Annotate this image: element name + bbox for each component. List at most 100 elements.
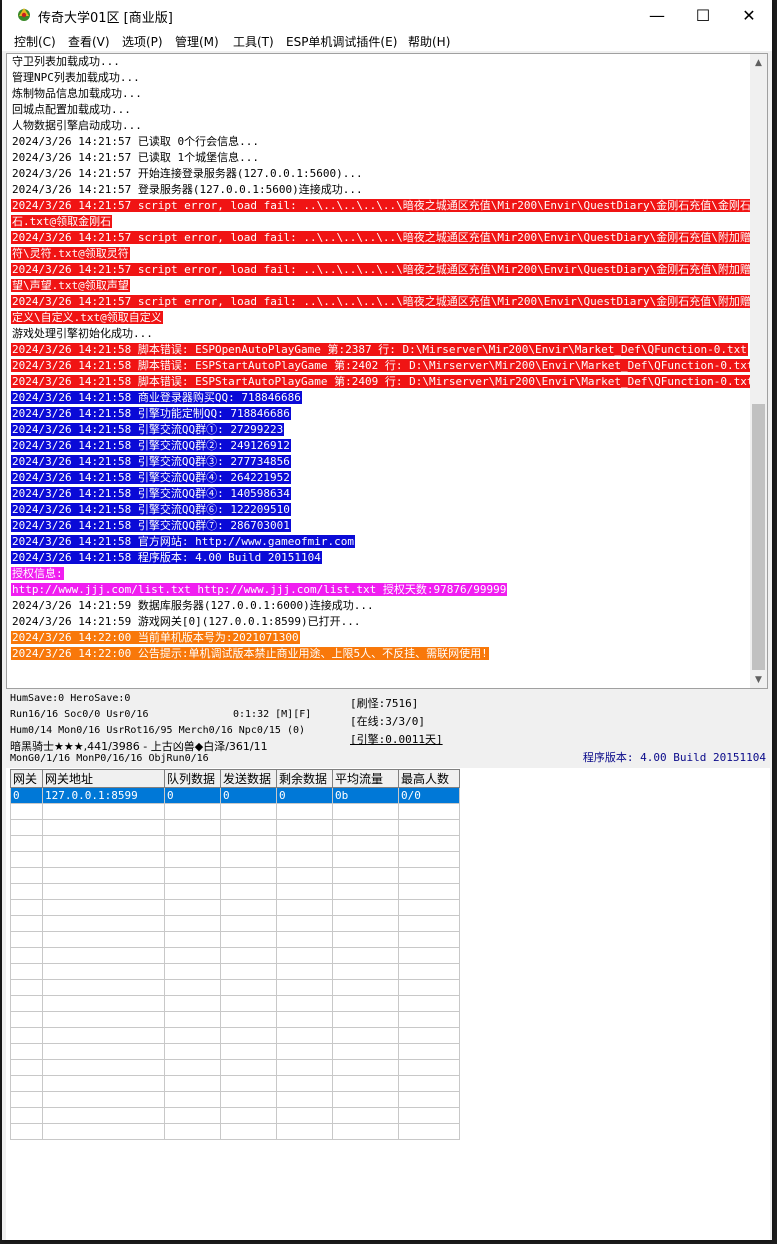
table-cell <box>164 931 221 948</box>
column-header[interactable]: 剩余数据 <box>276 769 333 788</box>
table-row[interactable] <box>10 1043 460 1060</box>
table-cell <box>10 1107 43 1124</box>
column-header[interactable]: 网关地址 <box>42 769 165 788</box>
table-cell <box>164 851 221 868</box>
table-cell <box>276 851 333 868</box>
table-row[interactable] <box>10 995 460 1012</box>
close-button[interactable]: ✕ <box>726 0 772 30</box>
table-cell <box>398 1043 460 1060</box>
column-header[interactable]: 发送数据 <box>220 769 277 788</box>
table-row[interactable] <box>10 979 460 996</box>
table-cell <box>398 867 460 884</box>
table-row[interactable] <box>10 819 460 836</box>
log-line-text: 2024/3/26 14:21:59 游戏网关[0](127.0.0.1:859… <box>12 615 361 628</box>
table-cell <box>42 1091 165 1108</box>
menu-options[interactable]: 选项(P) <box>122 33 163 50</box>
table-row[interactable] <box>10 883 460 900</box>
table-cell <box>42 819 165 836</box>
table-cell <box>10 803 43 820</box>
table-row[interactable] <box>10 1091 460 1108</box>
table-cell <box>10 819 43 836</box>
table-row[interactable] <box>10 851 460 868</box>
table-cell <box>164 867 221 884</box>
log-line-text: 2024/3/26 14:21:58 引擎交流QQ群⑥: 122209510 <box>11 503 291 516</box>
table-row[interactable] <box>10 1059 460 1076</box>
table-row[interactable] <box>10 915 460 932</box>
log-line-text: 2024/3/26 14:21:57 script error, load fa… <box>11 263 767 276</box>
table-cell <box>332 1011 399 1028</box>
table-body: 0 127.0.0.1:8599 0 0 0 0b 0/0 <box>10 787 460 1140</box>
table-cell <box>42 1123 165 1140</box>
log-line: 2024/3/26 14:21:57 script error, load fa… <box>11 198 767 214</box>
menu-tools[interactable]: 工具(T) <box>233 33 274 50</box>
table-row[interactable] <box>10 835 460 852</box>
log-line: 2024/3/26 14:21:57 script error, load fa… <box>11 230 767 246</box>
table-row[interactable] <box>10 1027 460 1044</box>
status-engine: [引擎:0.0011天] <box>350 733 443 746</box>
menu-control[interactable]: 控制(C) <box>14 33 56 50</box>
column-header[interactable]: 平均流量 <box>332 769 399 788</box>
table-cell <box>332 883 399 900</box>
log-line-text: 2024/3/26 14:21:59 数据库服务器(127.0.0.1:6000… <box>12 599 374 612</box>
table-cell <box>42 979 165 996</box>
log-line-text: 2024/3/26 14:21:58 程序版本: 4.00 Build 2015… <box>11 551 322 564</box>
table-cell <box>332 899 399 916</box>
gateway-table: 网关 网关地址 队列数据 发送数据 剩余数据 平均流量 最高人数 0 127.0.0.1:85… <box>10 769 460 1140</box>
scroll-down-icon[interactable]: ▼ <box>750 671 767 688</box>
log-line: 2024/3/26 14:21:57 script error, load fa… <box>11 262 767 278</box>
table-cell <box>332 995 399 1012</box>
maximize-button[interactable]: ☐ <box>680 0 726 30</box>
log-line-text: 2024/3/26 14:21:58 引擎交流QQ群①: 27299223 <box>11 423 285 436</box>
table-cell <box>42 995 165 1012</box>
table-row[interactable] <box>10 1011 460 1028</box>
table-row[interactable] <box>10 1123 460 1140</box>
table-cell <box>220 1075 277 1092</box>
minimize-button[interactable]: — <box>634 0 680 30</box>
table-cell <box>276 1011 333 1028</box>
log-scrollbar[interactable]: ▲ ▼ <box>750 54 767 688</box>
table-cell <box>10 963 43 980</box>
table-row[interactable] <box>10 899 460 916</box>
table-cell <box>220 915 277 932</box>
table-cell: 0 <box>220 787 277 804</box>
table-cell <box>42 1107 165 1124</box>
table-row[interactable]: 0 127.0.0.1:8599 0 0 0 0b 0/0 <box>10 787 460 804</box>
table-row[interactable] <box>10 947 460 964</box>
table-cell <box>10 899 43 916</box>
title-bar[interactable]: 传奇大学01区 [商业版] — ☐ ✕ <box>2 0 772 30</box>
scroll-up-icon[interactable]: ▲ <box>750 54 767 71</box>
table-cell <box>276 947 333 964</box>
column-header[interactable]: 网关 <box>10 769 43 788</box>
column-header[interactable]: 队列数据 <box>164 769 221 788</box>
table-cell <box>332 1075 399 1092</box>
log-line-text: 石.txt@领取金刚石 <box>11 215 113 228</box>
table-row[interactable] <box>10 931 460 948</box>
log-line: 2024/3/26 14:21:58 引擎交流QQ群④: 140598634 <box>11 486 749 502</box>
table-cell <box>42 1075 165 1092</box>
table-row[interactable] <box>10 803 460 820</box>
table-cell <box>398 803 460 820</box>
table-cell <box>276 931 333 948</box>
menu-view[interactable]: 查看(V) <box>68 33 110 50</box>
table-cell <box>398 1027 460 1044</box>
menu-esp-plugin[interactable]: ESP单机调试插件(E) <box>286 33 397 50</box>
log-line-text: 游戏处理引擎初始化成功... <box>12 327 153 340</box>
scroll-thumb[interactable] <box>752 404 765 670</box>
table-cell <box>164 803 221 820</box>
table-row[interactable] <box>10 1107 460 1124</box>
table-row[interactable] <box>10 963 460 980</box>
log-panel[interactable]: 守卫列表加载成功... 管理NPC列表加载成功... 炼制物品信息加载成功... 回城… <box>6 53 768 689</box>
table-cell <box>42 947 165 964</box>
menu-help[interactable]: 帮助(H) <box>408 33 450 50</box>
table-cell <box>276 1091 333 1108</box>
gateway-grid[interactable]: 网关 网关地址 队列数据 发送数据 剩余数据 平均流量 最高人数 0 127.0.0.1:85… <box>6 768 770 1240</box>
table-cell <box>10 1027 43 1044</box>
table-row[interactable] <box>10 1075 460 1092</box>
table-row[interactable] <box>10 867 460 884</box>
column-header[interactable]: 最高人数 <box>398 769 460 788</box>
table-cell <box>220 883 277 900</box>
table-cell <box>220 931 277 948</box>
table-cell <box>10 851 43 868</box>
menu-manage[interactable]: 管理(M) <box>175 33 219 50</box>
table-cell <box>332 803 399 820</box>
